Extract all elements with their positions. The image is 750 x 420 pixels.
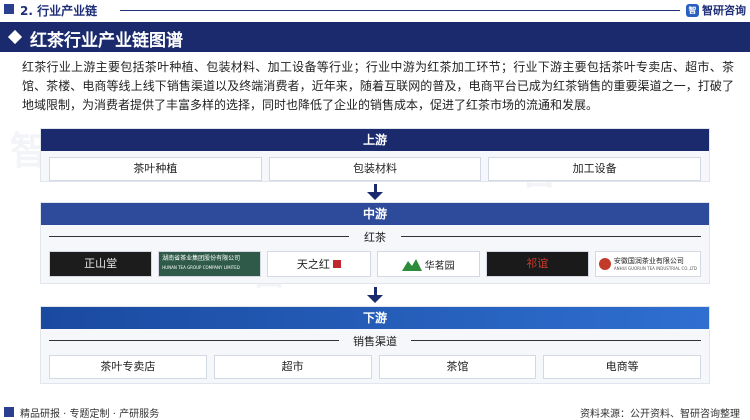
upstream-item: 茶叶种植 <box>49 157 262 181</box>
hunan-tea-logo: 湖南省茶业集团股份有限公司 HUNAN TEA GROUP COMPANY LI… <box>158 251 262 277</box>
footer-square-icon <box>4 407 14 417</box>
intro-paragraph: 红茶行业上游主要包括茶叶种植、包装材料、加工设备等行业；行业中游为红茶加工环节；… <box>22 60 734 112</box>
midstream-header: 中游 <box>41 203 709 225</box>
section-title: 2. 行业产业链 <box>20 4 98 18</box>
downstream-item: 茶馆 <box>378 355 537 379</box>
huamingyuan-logo: 华茗园 <box>376 251 480 277</box>
diamond-icon <box>7 29 23 45</box>
brand-name: 智研咨询 <box>702 4 746 17</box>
upstream-item: 包装材料 <box>268 157 482 181</box>
downstream-panel: 下游 销售渠道 茶叶专卖店 超市 茶馆 电商等 <box>40 306 710 384</box>
arrow-down-icon <box>366 184 384 200</box>
downstream-item: 电商等 <box>543 355 701 379</box>
footer-tagline: 精品研报 · 专题定制 · 产研服务 <box>20 409 160 420</box>
upstream-item: 加工设备 <box>488 157 702 181</box>
tianzhihong-logo: 天之红 <box>267 251 371 277</box>
upstream-panel: 上游 茶叶种植 包装材料 加工设备 <box>40 128 710 182</box>
footer: 精品研报 · 专题定制 · 产研服务 资料来源：公开资料、智研咨询整理 <box>0 398 750 420</box>
midstream-sublabel: 红茶 <box>41 229 709 245</box>
footer-source: 资料来源：公开资料、智研咨询整理 <box>580 409 740 420</box>
downstream-item: 茶叶专卖店 <box>49 355 207 379</box>
section-square-icon <box>4 4 14 14</box>
upstream-header: 上游 <box>41 129 709 151</box>
page-title: 红茶行业产业链图谱 <box>30 31 183 51</box>
brand: 智 智研咨询 <box>686 2 746 18</box>
title-bar: 红茶行业产业链图谱 <box>0 22 750 52</box>
downstream-sublabel: 销售渠道 <box>41 333 709 349</box>
arrow-down-icon <box>366 287 384 303</box>
qiyi-logo: 祁谊 <box>485 251 589 277</box>
brand-logo-icon: 智 <box>686 3 699 17</box>
divider <box>120 10 680 11</box>
downstream-header: 下游 <box>41 307 709 329</box>
zhengshantang-logo: 正山堂 <box>49 251 153 277</box>
midstream-panel: 中游 红茶 正山堂 湖南省茶业集团股份有限公司 HUNAN TEA GROUP … <box>40 202 710 284</box>
downstream-item: 超市 <box>213 355 372 379</box>
top-bar: 2. 行业产业链 智 智研咨询 <box>0 0 750 20</box>
guorun-logo: 安徽国润茶业有限公司 ANHUI GUORUN TEA INDUSTRIAL C… <box>594 251 702 277</box>
